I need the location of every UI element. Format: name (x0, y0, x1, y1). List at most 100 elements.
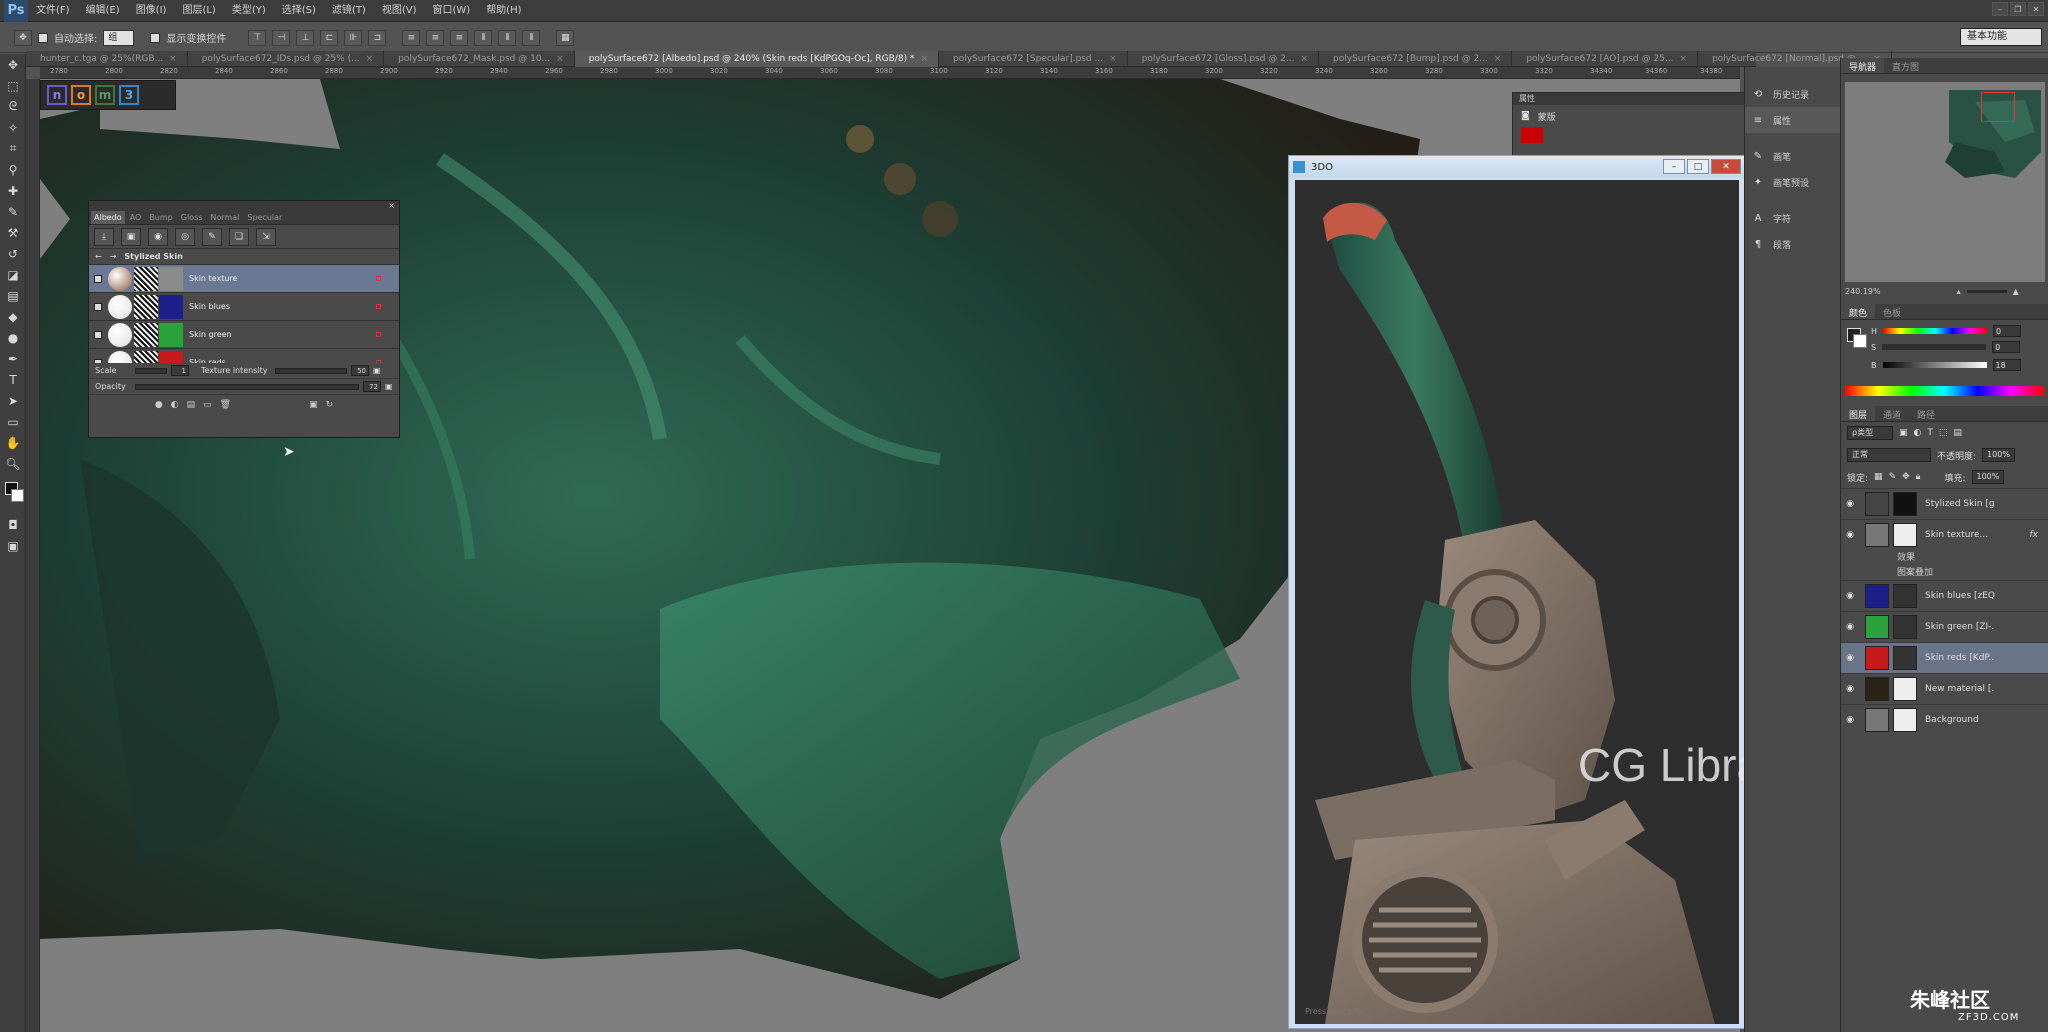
filter-adjust-icon[interactable]: ◐ (1914, 428, 1922, 438)
menu-view[interactable]: 视图(V) (374, 0, 425, 22)
zoom-tool-icon[interactable]: 🔍︎ (0, 453, 26, 474)
hue-value[interactable]: 0 (1993, 325, 2022, 337)
sphere-add-icon[interactable]: ◉ (148, 227, 168, 246)
auto-align-icon[interactable]: ▦ (556, 29, 575, 46)
zoom-out-icon[interactable]: ▴ (1957, 287, 1961, 296)
eye-icon[interactable]: ◉ (1841, 684, 1859, 694)
menu-image[interactable]: 图像(I) (128, 0, 175, 22)
layer-visibility-checkbox[interactable] (94, 330, 102, 339)
zoom-value[interactable]: 240.19% (1845, 287, 1881, 296)
plugin-o-icon[interactable]: o (71, 85, 91, 105)
tab-mask[interactable]: polySurface672_Mask.psd @ 10... × (384, 51, 575, 67)
tab-albedo[interactable]: polySurface672 [Albedo].psd @ 240% (Skin… (574, 51, 939, 67)
pen-tool-icon[interactable]: ✒ (0, 348, 26, 369)
red-marker-icon[interactable] (376, 332, 381, 337)
layer-mask-thumb[interactable] (1893, 584, 1917, 608)
back-arrow-icon[interactable]: ← (95, 252, 102, 261)
tab-navigator[interactable]: 导航器 (1841, 58, 1885, 73)
distribute-top-icon[interactable]: ≡ (402, 29, 421, 46)
layer-mask-thumb[interactable] (1893, 646, 1917, 670)
show-transform-checkbox[interactable] (150, 32, 161, 43)
eye-icon[interactable]: ◉ (1841, 715, 1859, 725)
opacity-value[interactable]: 72 (363, 381, 381, 392)
material-layer-row[interactable]: Skin reds (89, 349, 399, 363)
layer-visibility-checkbox[interactable] (94, 302, 102, 311)
healing-tool-icon[interactable]: ✚ (0, 180, 26, 201)
tab-albedo-channel[interactable]: Albedo (91, 211, 125, 224)
dock-character[interactable]: A 字符 (1745, 205, 1840, 231)
color-swatches[interactable] (0, 478, 25, 514)
navigator-view-rect[interactable] (1981, 92, 2015, 122)
lock-paint-icon[interactable]: ✎ (1889, 472, 1897, 482)
scale-value[interactable]: 1 (171, 365, 189, 376)
tab-channels[interactable]: 通道 (1875, 406, 1909, 421)
tab-gloss[interactable]: polySurface672 [Gloss].psd @ 2... × (1128, 51, 1319, 67)
dock-brush-presets[interactable]: ✦ 画笔预设 (1745, 169, 1840, 195)
dock-brush[interactable]: ✎ 画笔 (1745, 143, 1840, 169)
gradient-tool-icon[interactable]: ▤ (0, 285, 26, 306)
trash-icon[interactable]: 🗑︎ (220, 400, 231, 410)
menu-filter[interactable]: 滤镜(T) (324, 0, 374, 22)
dock-paragraph[interactable]: ¶ 段落 (1745, 231, 1840, 257)
bright-slider[interactable] (1882, 362, 1987, 368)
shape-tool-icon[interactable]: ▭ (0, 411, 26, 432)
tab-bump-channel[interactable]: Bump (146, 211, 175, 224)
blur-tool-icon[interactable]: ◆ (0, 306, 26, 327)
plugin-3-icon[interactable]: 3 (119, 85, 139, 105)
layer-row[interactable]: ◉ Background (1841, 704, 2048, 735)
screen-mode-icon[interactable]: ▣ (0, 535, 26, 556)
layer-row[interactable]: ◉ Skin texture... fx (1841, 519, 2048, 550)
eye-icon[interactable]: ◉ (1841, 622, 1859, 632)
maximize-icon[interactable]: □ (1687, 159, 1709, 174)
auto-select-dropdown[interactable]: 组 (103, 29, 135, 46)
eye-icon[interactable]: ◉ (1841, 653, 1859, 663)
brush-material-icon[interactable]: ✎ (202, 227, 222, 246)
scale-slider[interactable] (135, 367, 167, 374)
quick-mask-icon[interactable]: ◘ (0, 514, 26, 535)
path-select-tool-icon[interactable]: ➤ (0, 390, 26, 411)
minimize-icon[interactable]: – (1992, 2, 2008, 16)
tab-ao-channel[interactable]: AO (127, 211, 145, 224)
close-icon[interactable]: ✕ (2028, 2, 2044, 16)
marquee-tool-icon[interactable]: ⬚ (0, 75, 26, 96)
filter-smart-icon[interactable]: ▤ (1953, 428, 1962, 438)
layer-filter-dropdown[interactable]: ρ类型 (1847, 426, 1893, 440)
lock-move-icon[interactable]: ✥ (1902, 472, 1910, 482)
quick-select-tool-icon[interactable]: ✧ (0, 117, 26, 138)
menu-file[interactable]: 文件(F) (28, 0, 78, 22)
zoom-in-icon[interactable]: ▲ (2013, 287, 2019, 296)
sat-value[interactable]: 0 (1992, 341, 2021, 353)
red-marker-icon[interactable] (376, 360, 381, 363)
navigator-thumbnail[interactable] (1845, 82, 2045, 282)
layer-mask-thumb[interactable] (1893, 523, 1917, 547)
hue-slider[interactable] (1883, 328, 1988, 334)
tab-specular[interactable]: polySurface672 [Specular].psd ... × (939, 51, 1128, 67)
material-layer-row[interactable]: Skin blues (89, 293, 399, 321)
distribute-vcenter-icon[interactable]: ≡ (426, 29, 445, 46)
save-icon[interactable]: ▣ (309, 400, 318, 410)
tab-gloss-channel[interactable]: Gloss (178, 211, 206, 224)
layer-mask-thumb[interactable] (1893, 492, 1917, 516)
eye-icon[interactable]: ◉ (1841, 530, 1859, 540)
move-tool-icon[interactable]: ✥ (0, 54, 26, 75)
forward-arrow-icon[interactable]: → (110, 252, 117, 261)
sat-slider[interactable] (1882, 344, 1987, 350)
sphere-icon[interactable]: ● (155, 400, 163, 410)
menu-edit[interactable]: 编辑(E) (78, 0, 128, 22)
menu-select[interactable]: 选择(S) (274, 0, 324, 22)
background-color-swatch[interactable] (11, 489, 24, 502)
align-top-icon[interactable]: ⊤ (248, 29, 267, 46)
distribute-right-icon[interactable]: ⦀ (522, 29, 541, 46)
eyedropper-tool-icon[interactable]: ⚲ (0, 159, 26, 180)
export-icon[interactable]: ⇲ (256, 227, 276, 246)
layer-row[interactable]: ◉ Skin reds [KdP... (1841, 642, 2048, 673)
intensity-slider[interactable] (275, 367, 347, 374)
filter-pixel-icon[interactable]: ▣ (1899, 428, 1908, 438)
red-marker-icon[interactable] (376, 304, 381, 309)
import-icon[interactable]: ⤓ (94, 227, 114, 246)
fill-value[interactable]: 100% (1971, 470, 2005, 484)
menu-layer[interactable]: 图层(L) (174, 0, 223, 22)
sphere-link-icon[interactable]: ◎ (175, 227, 195, 246)
tab-paths[interactable]: 路径 (1909, 406, 1943, 421)
type-tool-icon[interactable]: T (0, 369, 26, 390)
